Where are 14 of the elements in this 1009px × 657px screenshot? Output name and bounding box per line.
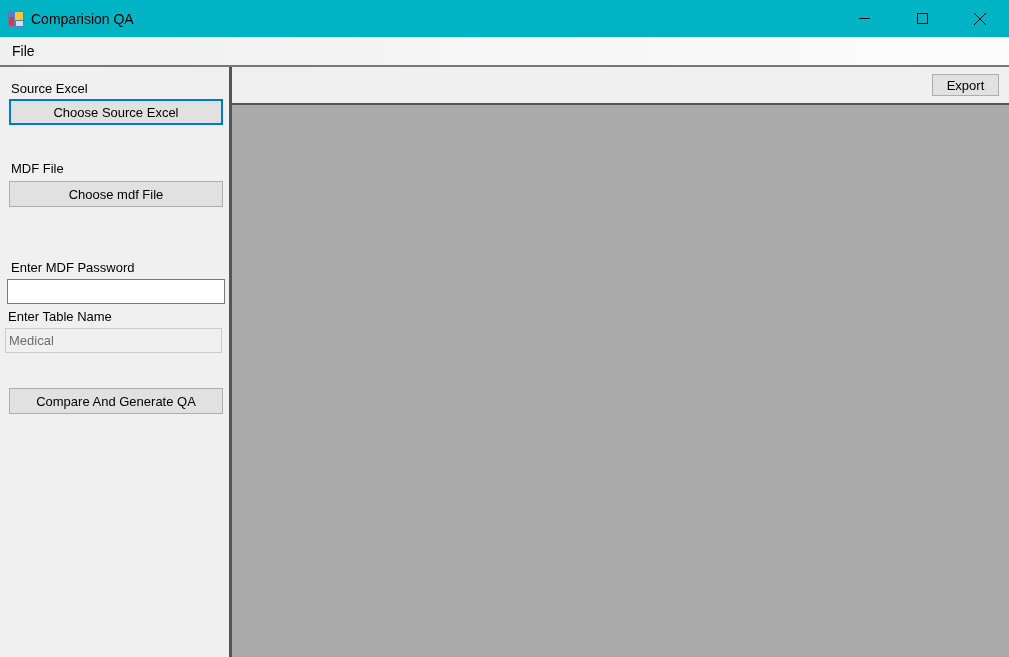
close-icon[interactable] (974, 12, 986, 25)
field-label: MDF File (11, 161, 65, 176)
field-label: Enter Table Name (8, 309, 113, 324)
field-label: Enter MDF Password (11, 260, 136, 275)
choose-file-button[interactable]: Choose Source Excel (9, 99, 223, 125)
password-field[interactable] (7, 279, 225, 304)
window-title: Comparision QA (31, 10, 134, 27)
app-icon (8, 10, 24, 27)
field-label: Source Excel (11, 81, 89, 96)
menu-item[interactable]: File (0, 43, 47, 59)
maximize-icon[interactable] (916, 13, 928, 24)
choose-file-button[interactable]: Choose mdf File (9, 181, 223, 207)
export-button[interactable]: Export (932, 74, 999, 96)
compare-button[interactable]: Compare And Generate QA (9, 388, 223, 414)
